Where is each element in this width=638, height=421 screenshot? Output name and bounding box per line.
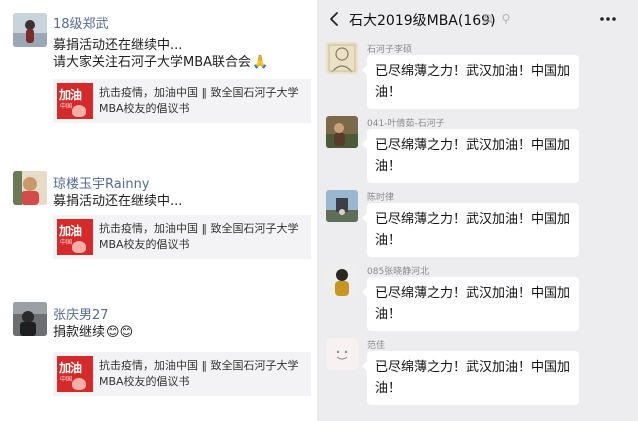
article-title: 抗击疫情，加油中国 ‖ 致全国石河子大学MBA校友的倡议书 <box>99 86 299 115</box>
post-text-line: 募捐活动还在继续中... <box>53 194 183 209</box>
message-bubble[interactable]: 已尽绵薄之力！武汉加油！中国加油！ <box>362 351 579 405</box>
poster-name[interactable]: 18级郑武 <box>53 13 109 32</box>
message-bubble[interactable]: 已尽绵薄之力！武汉加油！中国加油！ <box>362 203 579 257</box>
moments-feed: 18级郑武 募捐活动还在继续中... 请大家关注石河子大学MBA联合会🙏 加油 … <box>0 0 317 421</box>
thumbnail-subtitle: 中国 <box>60 239 73 246</box>
mute-icon <box>482 14 494 24</box>
article-title: 抗击疫情，加油中国 ‖ 致全国石河子大学MBA校友的倡议书 <box>99 222 299 251</box>
sender-name: 石河子李硕 <box>367 45 413 55</box>
article-thumbnail: 加油 中国 <box>57 83 93 119</box>
avatar[interactable] <box>326 190 358 222</box>
poster-name[interactable]: 张庆男27 <box>53 304 109 323</box>
heart-icon <box>72 241 86 253</box>
avatar[interactable] <box>13 13 47 47</box>
message-bubble[interactable]: 已尽绵薄之力！武汉加油！中国加油！ <box>362 129 579 183</box>
shared-article-card[interactable]: 加油 中国 抗击疫情，加油中国 ‖ 致全国石河子大学MBA校友的倡议书 <box>53 79 311 123</box>
chat-title: 石大2019级MBA(169) <box>349 13 496 29</box>
post-text-line: 捐款继续😊😊 <box>53 324 133 341</box>
post-text-line: 募捐活动还在继续中... <box>53 38 183 53</box>
post-text: 捐款继续 <box>53 325 106 340</box>
sender-name: 陈时律 <box>367 193 395 203</box>
poster-name[interactable]: 琼楼玉宇Rainny <box>53 173 150 192</box>
sender-name: 041-叶倩茹-石河子 <box>367 119 445 129</box>
article-thumbnail: 加油 中国 <box>57 356 93 392</box>
message-bubble[interactable]: 已尽绵薄之力！武汉加油！中国加油！ <box>362 277 579 331</box>
shared-article-card[interactable]: 加油 中国 抗击疫情，加油中国 ‖ 致全国石河子大学MBA校友的倡议书 <box>53 352 311 396</box>
thumbnail-subtitle: 中国 <box>60 103 73 110</box>
chevron-left-icon[interactable] <box>325 9 345 29</box>
post-text-line: 请大家关注石河子大学MBA联合会🙏 <box>53 54 268 71</box>
sender-name: 085张晓静河北 <box>367 267 430 277</box>
shared-article-card[interactable]: 加油 中国 抗击疫情，加油中国 ‖ 致全国石河子大学MBA校友的倡议书 <box>53 215 311 259</box>
avatar[interactable] <box>13 302 47 336</box>
article-title: 抗击疫情，加油中国 ‖ 致全国石河子大学MBA校友的倡议书 <box>99 359 299 388</box>
more-icon[interactable] <box>598 10 618 28</box>
avatar[interactable] <box>326 338 358 370</box>
avatar[interactable] <box>326 264 358 296</box>
sender-name: 范佳 <box>367 341 386 351</box>
emoji: 🙏 <box>252 55 269 70</box>
avatar[interactable] <box>13 171 47 205</box>
emoji: 😊😊 <box>106 325 134 340</box>
group-chat: 石大2019级MBA(169) 石河子李硕 已尽绵薄之力！武汉加油！中国加油！ <box>319 0 638 421</box>
avatar[interactable] <box>326 116 358 148</box>
pin-icon <box>502 14 510 24</box>
article-thumbnail: 加油 中国 <box>57 219 93 255</box>
post-text: 请大家关注石河子大学MBA联合会 <box>53 55 252 70</box>
heart-icon <box>72 105 86 117</box>
chat-header: 石大2019级MBA(169) <box>319 0 638 38</box>
thumbnail-subtitle: 中国 <box>60 376 73 383</box>
message-bubble[interactable]: 已尽绵薄之力！武汉加油！中国加油！ <box>362 55 579 109</box>
avatar[interactable] <box>326 42 358 74</box>
heart-icon <box>72 378 86 390</box>
